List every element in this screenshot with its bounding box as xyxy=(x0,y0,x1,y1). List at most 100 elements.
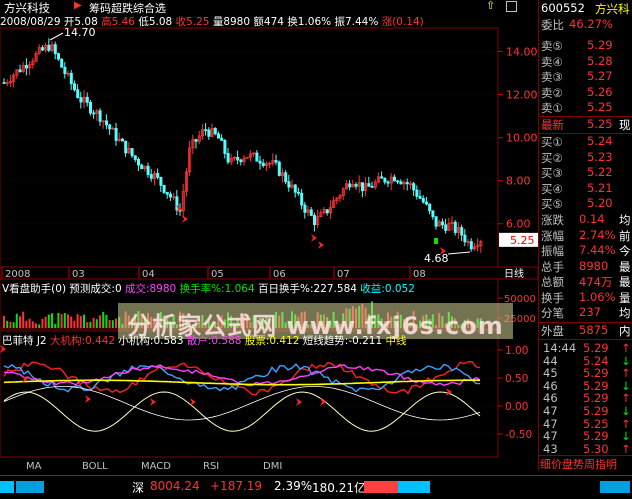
status-bar-cyan xyxy=(398,481,430,493)
ind-signal-arrow xyxy=(85,395,91,403)
stat-row-cell: 237 xyxy=(579,305,601,319)
candle-body xyxy=(114,127,118,141)
volume-bar xyxy=(102,311,105,328)
stock-code: 600552 xyxy=(541,1,585,15)
signal-arrow xyxy=(182,215,188,223)
stat-row-cell: 分笔 xyxy=(541,306,564,320)
price-tick-label: 10.00 xyxy=(506,132,538,145)
candle-body xyxy=(303,204,307,213)
candle-body xyxy=(453,221,457,233)
candle-body xyxy=(392,176,396,182)
candle-body xyxy=(85,96,89,103)
price-tick-label: 6.00 xyxy=(506,218,531,231)
indicator-lines xyxy=(0,345,481,432)
candle-body xyxy=(434,216,438,227)
stat-row-cell: 474万 xyxy=(579,275,613,289)
retail-value: 散户:0.588 xyxy=(186,335,242,347)
candle-body xyxy=(92,112,96,115)
kline-panel-frame xyxy=(0,27,499,268)
mid-trend: 中线 xyxy=(385,335,407,347)
buy-row-cell: 5.23 xyxy=(587,149,613,164)
volume-bar xyxy=(76,314,79,328)
ind-signal-arrow xyxy=(150,398,156,406)
tab-boll[interactable]: BOLL xyxy=(82,461,108,472)
volume-bar xyxy=(22,311,25,328)
candle-body xyxy=(287,181,291,188)
volume-bar xyxy=(70,316,73,328)
status-flag-right xyxy=(600,481,630,493)
volume-bar xyxy=(19,316,21,328)
buy-row-cell: 5.21 xyxy=(587,180,613,195)
date-label: 05 xyxy=(211,269,224,280)
sell-row: 卖⑤ 5.29 xyxy=(539,38,632,53)
candle-body xyxy=(274,160,278,163)
candle-body xyxy=(146,165,150,175)
candle-body xyxy=(421,197,425,203)
sell-row-cell: 5.27 xyxy=(587,69,613,83)
buy-row: 买② 5.23 xyxy=(539,150,632,165)
signal-arrow xyxy=(311,234,317,242)
stat-row-cell: 今 xyxy=(619,244,631,258)
volume-bar xyxy=(57,312,60,328)
avg-turnover: 百日换手%:227.584 xyxy=(258,283,357,295)
status-bar-red xyxy=(364,481,398,493)
volume-bar xyxy=(51,313,53,328)
stat-row: 总额 474万最 xyxy=(539,274,632,289)
current-price-label: 5.25 xyxy=(510,234,535,247)
turnover-rate: 换手率%:1.064 xyxy=(179,283,255,295)
tab-ma[interactable]: MA xyxy=(26,461,41,472)
candle-body xyxy=(213,127,217,135)
ind-signal-arrow xyxy=(320,398,326,406)
sell-row: 卖② 5.26 xyxy=(539,85,632,100)
candle-body xyxy=(309,209,313,216)
volume-bar xyxy=(105,314,108,328)
volume-bar xyxy=(99,315,101,328)
indicator-panel-label: 巴菲特 J2 大机构:0.442 小机构:0.583 散户:0.588 股票:0… xyxy=(2,333,498,347)
candle-body xyxy=(53,44,57,55)
volume-bar xyxy=(95,319,98,328)
candle-body xyxy=(220,137,224,141)
candle-body xyxy=(360,182,364,192)
indicator-tabs: MA BOLL MACD RSI DMI xyxy=(0,460,538,474)
volume-bar xyxy=(115,318,117,328)
tab-macd[interactable]: MACD xyxy=(141,461,171,472)
candle-body xyxy=(412,183,416,191)
candle-body xyxy=(396,180,400,183)
candle-body xyxy=(239,159,243,163)
sell-row: 卖④ 5.28 xyxy=(539,54,632,69)
candle-body xyxy=(312,215,316,226)
stat-row-cell: 2.74% xyxy=(579,227,616,242)
stat-row-cell: 前 xyxy=(619,228,631,243)
candle-body xyxy=(431,210,435,218)
buy-row-cell: 买① xyxy=(541,135,563,149)
index-amount: 180.21亿 xyxy=(312,481,366,495)
tab-dmi[interactable]: DMI xyxy=(263,461,282,472)
tab-rsi[interactable]: RSI xyxy=(203,461,219,472)
volume-bar xyxy=(108,320,111,328)
candle-body xyxy=(194,139,198,142)
candle-body xyxy=(296,191,300,194)
candle-body xyxy=(57,53,61,60)
candle-body xyxy=(207,129,211,137)
min-marker-line xyxy=(447,251,471,255)
candle-body xyxy=(444,224,448,231)
indicator-panel-frame xyxy=(0,330,499,458)
panel-footer-tabs[interactable]: 细价盘势周指明 xyxy=(540,456,617,471)
indicator-axis: 1.00 0.50 0.00 -0.50 xyxy=(498,345,532,441)
stat-row-cell: 振幅 xyxy=(541,244,564,258)
ind-tick-label: 0.00 xyxy=(505,401,528,413)
volume-bar xyxy=(67,314,69,328)
volume-bar xyxy=(54,324,57,328)
volume-bar xyxy=(28,318,31,328)
stat-row-cell: 均 xyxy=(619,213,631,227)
candle-body xyxy=(105,120,109,126)
ind-tick-label: -0.50 xyxy=(505,429,532,441)
sell-row-cell: 5.29 xyxy=(587,38,613,52)
stat-row-cell: 7.44% xyxy=(579,243,616,257)
chart-canvas[interactable]: 14.70 4.68 14.00 12.00 10.00 8.00 6.00 5.25 20… xyxy=(0,0,538,460)
profit-value: 收益:0.052 xyxy=(360,283,415,295)
outer-label: 外盘 xyxy=(541,324,564,338)
candle-body xyxy=(418,195,422,199)
buy-row: 买⑤ 5.20 xyxy=(539,196,632,211)
candle-body xyxy=(63,66,67,75)
